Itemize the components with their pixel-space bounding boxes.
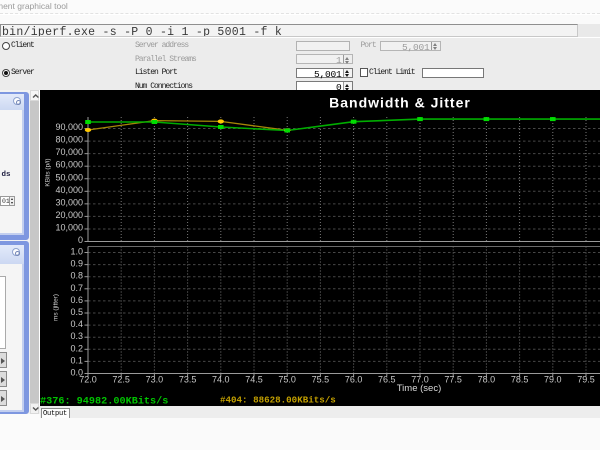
svg-text:ms (jitter): ms (jitter)	[53, 294, 60, 321]
svg-text:76.0: 76.0	[345, 375, 363, 385]
svg-text:20,000: 20,000	[55, 210, 83, 220]
svg-text:50,000: 50,000	[55, 172, 83, 182]
svg-text:77.5: 77.5	[444, 375, 462, 385]
svg-text:0.7: 0.7	[70, 283, 83, 293]
svg-text:80,000: 80,000	[55, 135, 83, 145]
svg-text:70,000: 70,000	[55, 147, 83, 157]
svg-text:#376: 94982.00KBits/s: #376: 94982.00KBits/s	[40, 396, 168, 407]
svg-text:78.5: 78.5	[511, 375, 529, 385]
svg-text:73.0: 73.0	[146, 375, 164, 385]
svg-text:0.1: 0.1	[70, 355, 83, 365]
svg-text:79.5: 79.5	[577, 375, 595, 385]
svg-text:74.0: 74.0	[212, 375, 230, 385]
svg-text:75.5: 75.5	[312, 375, 330, 385]
svg-text:10,000: 10,000	[55, 222, 83, 232]
svg-text:78.0: 78.0	[478, 375, 496, 385]
svg-text:72.0: 72.0	[79, 375, 97, 385]
svg-text:KBits (p/i): KBits (p/i)	[45, 158, 52, 186]
svg-text:Time (sec): Time (sec)	[397, 383, 442, 394]
svg-text:60,000: 60,000	[55, 160, 83, 170]
svg-text:79.0: 79.0	[544, 375, 562, 385]
svg-text:0.6: 0.6	[70, 295, 83, 305]
svg-text:90,000: 90,000	[55, 122, 83, 132]
svg-text:0.8: 0.8	[70, 271, 83, 281]
svg-text:40,000: 40,000	[55, 185, 83, 195]
svg-text:73.5: 73.5	[179, 375, 197, 385]
svg-text:76.5: 76.5	[378, 375, 396, 385]
svg-text:74.5: 74.5	[245, 375, 263, 385]
svg-text:Bandwidth & Jitter: Bandwidth & Jitter	[329, 95, 471, 111]
svg-text:1.0: 1.0	[70, 247, 83, 257]
svg-text:0.2: 0.2	[70, 343, 83, 353]
svg-text:0.3: 0.3	[70, 331, 83, 341]
svg-text:30,000: 30,000	[55, 197, 83, 207]
svg-text:0.9: 0.9	[70, 259, 83, 269]
svg-text:#404: 88628.00KBits/s: #404: 88628.00KBits/s	[220, 395, 336, 406]
svg-text:0: 0	[78, 235, 83, 245]
svg-text:0.4: 0.4	[70, 319, 83, 329]
svg-text:72.5: 72.5	[112, 375, 130, 385]
svg-text:0.5: 0.5	[70, 307, 83, 317]
svg-text:75.0: 75.0	[278, 375, 296, 385]
